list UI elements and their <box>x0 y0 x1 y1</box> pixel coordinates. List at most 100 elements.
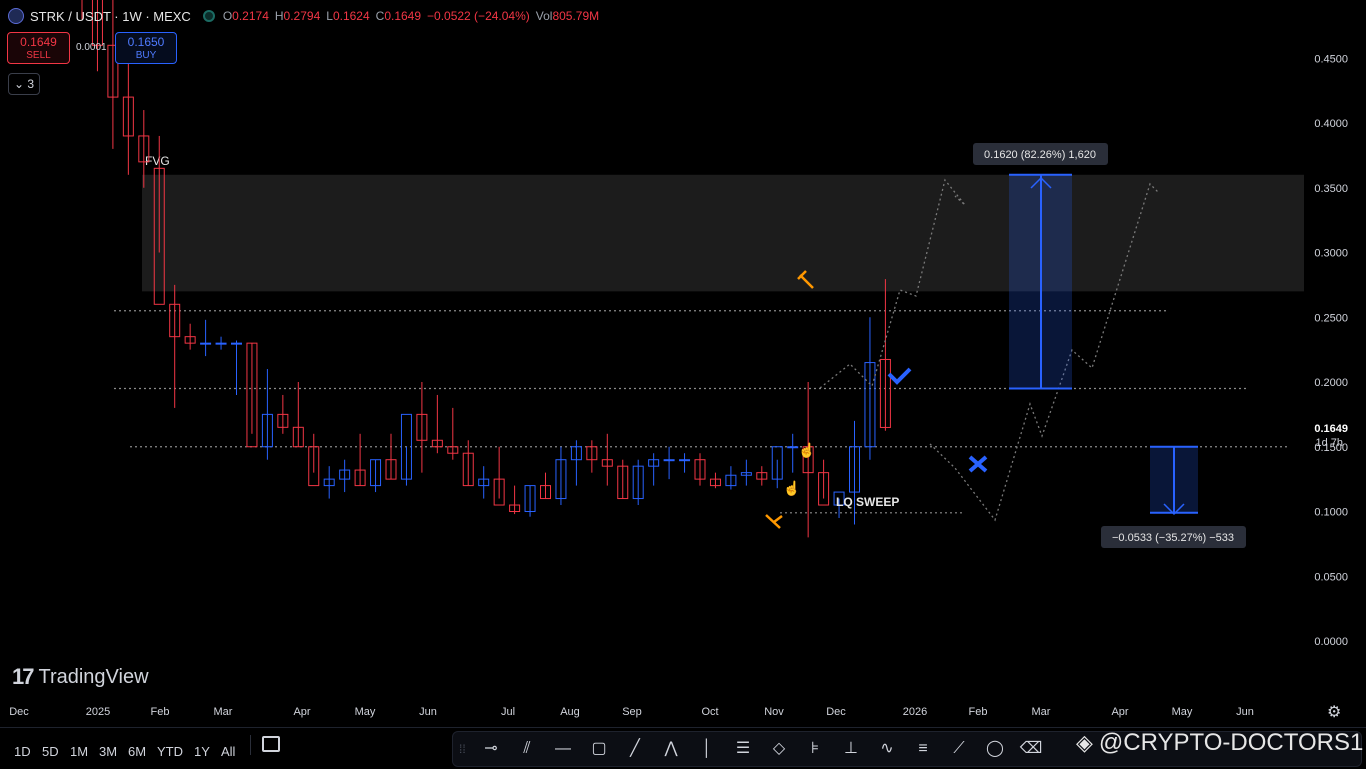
timeframe-6m[interactable]: 6M <box>128 744 146 759</box>
channel-icon[interactable]: ⫽ <box>513 737 541 761</box>
bars-pattern-icon[interactable]: ≡ <box>909 737 937 761</box>
y-tick-label: 0.0500 <box>1314 571 1348 583</box>
hand-pointer-icon: ☝ <box>783 479 800 497</box>
tradingview-logo[interactable]: 17 TradingView <box>12 664 149 690</box>
x-tick-label: Sep <box>622 706 642 718</box>
x-tick-label: Oct <box>701 706 718 718</box>
x-tick-label: Apr <box>1111 706 1128 718</box>
candle-body <box>231 342 242 345</box>
x-tick-label: Mar <box>1032 706 1051 718</box>
checkmark-icon <box>887 367 912 385</box>
rectangle-icon[interactable]: ▢ <box>585 737 613 761</box>
tradingview-mark-icon: 17 <box>12 664 35 689</box>
horizontal-ray-icon[interactable]: ⊸ <box>477 737 505 761</box>
tradingview-wordmark: TradingView <box>38 665 149 688</box>
x-tick-label: Aug <box>560 706 580 718</box>
symbol-header: STRK / USDT · 1W · MEXC O 0.2174 H 0.2794 … <box>8 6 599 26</box>
toolbar-grip-icon[interactable]: ⁞⁞ <box>459 742 473 756</box>
x-tick-label: 2025 <box>86 706 110 718</box>
last-price-label: 0.1649 <box>1314 423 1348 435</box>
timeframe-1y[interactable]: 1Y <box>194 744 210 759</box>
buy-button[interactable]: 0.1650 BUY <box>115 32 177 64</box>
circle-icon[interactable]: ◯ <box>981 737 1009 761</box>
x-tick-label: Jun <box>1236 706 1254 718</box>
gann-icon[interactable]: ⊧ <box>801 737 829 761</box>
ohlc-close: 0.1649 <box>384 9 422 23</box>
buy-price: 0.1650 <box>127 35 165 49</box>
timeframe-5d[interactable]: 5D <box>42 744 59 759</box>
volume-value: 805.79M <box>552 9 600 23</box>
line-icon[interactable]: — <box>549 737 577 761</box>
divider <box>250 735 251 755</box>
buy-label: BUY <box>135 50 157 61</box>
timeframe-all[interactable]: All <box>221 744 235 759</box>
ohlc-low-key: L <box>326 9 333 23</box>
timeframe-3m[interactable]: 3M <box>99 744 117 759</box>
symbol-name[interactable]: STRK / USDT · 1W · MEXC <box>30 9 191 24</box>
vertical-line-icon[interactable]: │ <box>693 737 721 761</box>
ohlc-change: −0.0522 (−24.04%) <box>427 9 530 23</box>
y-tick-label: 0.0000 <box>1314 636 1348 648</box>
x-tick-label: Feb <box>969 706 988 718</box>
pattern-icon[interactable]: ⋀ <box>657 737 685 761</box>
y-tick-label: 0.4500 <box>1314 53 1348 65</box>
volume-key: Vol <box>535 9 553 23</box>
ohlc-high: 0.2794 <box>283 9 321 23</box>
indicators-collapse-button[interactable]: ⌄ 3 <box>8 73 40 95</box>
cross-icon <box>968 455 988 473</box>
timeframe-1m[interactable]: 1M <box>70 744 88 759</box>
x-tick-label: Feb <box>151 706 170 718</box>
sell-price: 0.1649 <box>20 35 57 49</box>
sell-button[interactable]: 0.1649 SELL <box>7 32 70 64</box>
watermark: ◈ @CRYPTO-DOCTORS1 <box>1076 729 1363 757</box>
candle-body <box>200 342 212 345</box>
y-tick-label: 0.1000 <box>1314 507 1348 519</box>
trendline-icon[interactable]: ╱ <box>621 737 649 761</box>
x-tick-label: Jun <box>419 706 437 718</box>
timeframe-1d[interactable]: 1D <box>14 744 31 759</box>
long-target-label: 0.1620 (82.26%) 1,620 <box>984 149 1096 161</box>
sell-label: SELL <box>26 50 51 61</box>
x-tick-label: Dec <box>9 706 29 718</box>
price-range-icon[interactable]: ⊥ <box>837 737 865 761</box>
spread-value: 0.0001 <box>76 42 107 53</box>
y-tick-label: 0.2000 <box>1314 377 1348 389</box>
x-tick-label: Apr <box>293 706 310 718</box>
price-chart[interactable]: FVG 0.1620 (82.26%) 1,620−0.0533 (−35.27%… <box>0 0 1366 768</box>
ohlc-close-key: C <box>375 9 385 23</box>
fib-icon[interactable]: ☰ <box>729 737 757 761</box>
calendar-goto-icon[interactable] <box>262 736 280 752</box>
y-tick-label: 0.3500 <box>1314 183 1348 195</box>
watermark-text: @CRYPTO-DOCTORS1 <box>1098 729 1364 756</box>
y-tick-label: 0.2500 <box>1314 312 1348 324</box>
ohlc-low: 0.1624 <box>332 9 370 23</box>
lq-sweep-label: LQ SWEEP <box>836 495 899 509</box>
candle-body <box>679 459 691 462</box>
x-tick-label: Jul <box>501 706 515 718</box>
eraser-icon[interactable]: ⌫ <box>1017 737 1045 761</box>
ohlc-open: 0.2174 <box>232 9 269 23</box>
ohlc-open-key: O <box>222 9 233 23</box>
brush-icon[interactable]: ⟋ <box>945 737 973 761</box>
market-status-icon <box>202 10 215 22</box>
x-tick-label: 2026 <box>903 706 927 718</box>
x-tick-label: May <box>1172 706 1193 718</box>
x-tick-label: Dec <box>826 706 846 718</box>
hammer-icon <box>765 514 783 529</box>
candle-body <box>215 342 227 345</box>
fvg-zone <box>142 174 1304 292</box>
candle-body <box>787 446 799 449</box>
x-tick-label: Mar <box>214 706 233 718</box>
y-tick-label: 0.4000 <box>1314 118 1348 130</box>
x-tick-label: May <box>355 706 376 718</box>
settings-gear-icon[interactable]: ⚙ <box>1327 702 1341 722</box>
forecast-icon[interactable]: ∿ <box>873 737 901 761</box>
timeframe-ytd[interactable]: YTD <box>157 744 183 759</box>
y-tick-label: 0.3000 <box>1314 248 1348 260</box>
countdown-label: 1d 7h <box>1315 437 1343 449</box>
hand-pointer-icon: ☝ <box>798 441 815 459</box>
symbol-logo-icon <box>8 8 24 24</box>
x-tick-label: Nov <box>764 706 784 718</box>
short-target-label: −0.0533 (−35.27%) −533 <box>1112 532 1234 544</box>
polyline-icon[interactable]: ◇ <box>765 737 793 761</box>
